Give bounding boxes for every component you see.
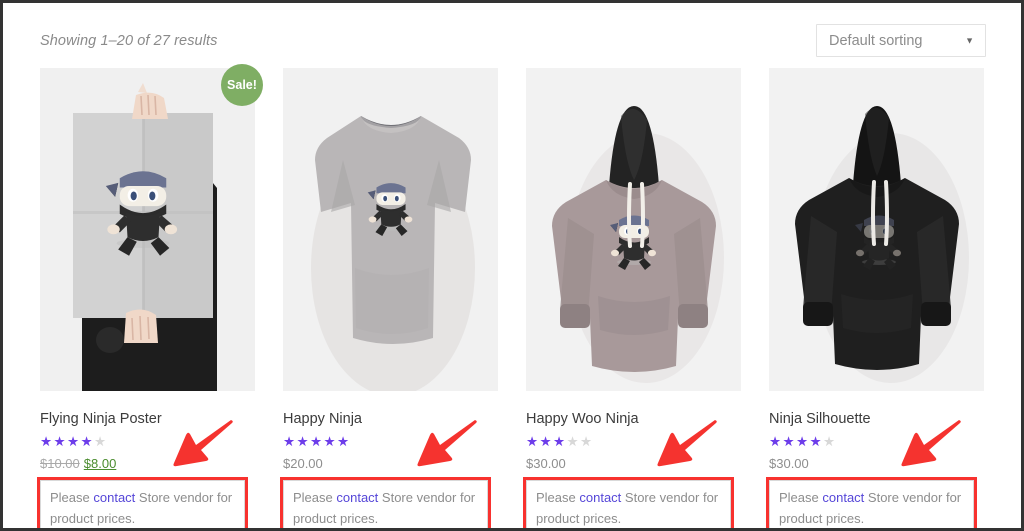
happy-ninja-tshirt-image[interactable] xyxy=(283,68,498,391)
star-icon: ★ xyxy=(580,434,593,450)
chevron-down-icon: ▼ xyxy=(965,35,974,45)
sorting-dropdown[interactable]: Default sorting ▼ xyxy=(816,24,986,57)
star-icon: ★ xyxy=(769,434,782,450)
current-price: $20.00 xyxy=(283,456,323,472)
shop-page: Showing 1–20 of 27 results Default sorti… xyxy=(3,3,1021,528)
browser-screenshot-frame: Showing 1–20 of 27 results Default sorti… xyxy=(0,0,1024,531)
product-rating: ★★★★★ xyxy=(526,435,741,449)
vendor-price-notice: Please contact Store vendor for product … xyxy=(766,477,977,528)
star-icon: ★ xyxy=(67,434,80,450)
star-icon: ★ xyxy=(337,434,350,450)
notice-prefix: Please xyxy=(293,490,337,506)
original-price: $10.00 xyxy=(40,456,80,472)
product-card: Happy Woo Ninja ★★★★★ $30.00 Please contact… xyxy=(523,68,741,528)
vendor-price-notice: Please contact Store vendor for product … xyxy=(523,477,734,528)
notice-prefix: Please xyxy=(536,490,580,506)
notice-prefix: Please xyxy=(779,490,823,506)
product-grid: Sale! Flying Ninja Poster ★★★★★ $10.00 $8.00… xyxy=(37,64,987,528)
ninja-silhouette-hoodie-image[interactable] xyxy=(769,68,984,391)
star-icon: ★ xyxy=(94,434,107,450)
sale-price: $8.00 xyxy=(83,456,117,472)
star-icon: ★ xyxy=(823,434,836,450)
product-title[interactable]: Ninja Silhouette xyxy=(769,411,984,428)
current-price: $30.00 xyxy=(769,456,809,472)
star-icon: ★ xyxy=(539,434,552,450)
product-title[interactable]: Flying Ninja Poster xyxy=(40,411,255,428)
contact-link[interactable]: contact xyxy=(336,490,378,505)
star-icon: ★ xyxy=(53,434,66,450)
happy-woo-ninja-hoodie-image[interactable] xyxy=(526,68,741,391)
product-card: Happy Ninja ★★★★★ $20.00 Please contact Sto… xyxy=(280,68,498,528)
notice-prefix: Please xyxy=(50,490,94,506)
sale-badge: Sale! xyxy=(221,64,263,106)
product-price: $30.00 xyxy=(769,456,984,471)
product-price: $10.00 $8.00 xyxy=(40,456,255,471)
star-icon: ★ xyxy=(782,434,795,450)
star-icon: ★ xyxy=(526,434,539,450)
vendor-price-notice: Please contact Store vendor for product … xyxy=(37,477,248,528)
star-icon: ★ xyxy=(553,434,566,450)
star-icon: ★ xyxy=(566,434,579,450)
product-rating: ★★★★★ xyxy=(40,435,255,449)
star-icon: ★ xyxy=(310,434,323,450)
product-card: Sale! Flying Ninja Poster ★★★★★ $10.00 $8.00… xyxy=(37,64,263,528)
star-icon: ★ xyxy=(283,434,296,450)
product-price: $20.00 xyxy=(283,456,498,471)
contact-link[interactable]: contact xyxy=(93,490,135,505)
flying-ninja-poster-image[interactable] xyxy=(40,68,255,391)
product-rating: ★★★★★ xyxy=(283,435,498,449)
star-icon: ★ xyxy=(40,434,53,450)
product-title[interactable]: Happy Woo Ninja xyxy=(526,411,741,428)
contact-link[interactable]: contact xyxy=(822,490,864,505)
sorting-selected-value: Default sorting xyxy=(829,32,923,49)
current-price: $30.00 xyxy=(526,456,566,472)
contact-link[interactable]: contact xyxy=(579,490,621,505)
product-title[interactable]: Happy Ninja xyxy=(283,411,498,428)
results-count: Showing 1–20 of 27 results xyxy=(40,33,218,49)
star-icon: ★ xyxy=(809,434,822,450)
star-icon: ★ xyxy=(796,434,809,450)
product-price: $30.00 xyxy=(526,456,741,471)
star-icon: ★ xyxy=(323,434,336,450)
star-icon: ★ xyxy=(80,434,93,450)
product-card: Ninja Silhouette ★★★★★ $30.00 Please contac… xyxy=(766,68,984,528)
vendor-price-notice: Please contact Store vendor for product … xyxy=(280,477,491,528)
star-icon: ★ xyxy=(296,434,309,450)
product-rating: ★★★★★ xyxy=(769,435,984,449)
